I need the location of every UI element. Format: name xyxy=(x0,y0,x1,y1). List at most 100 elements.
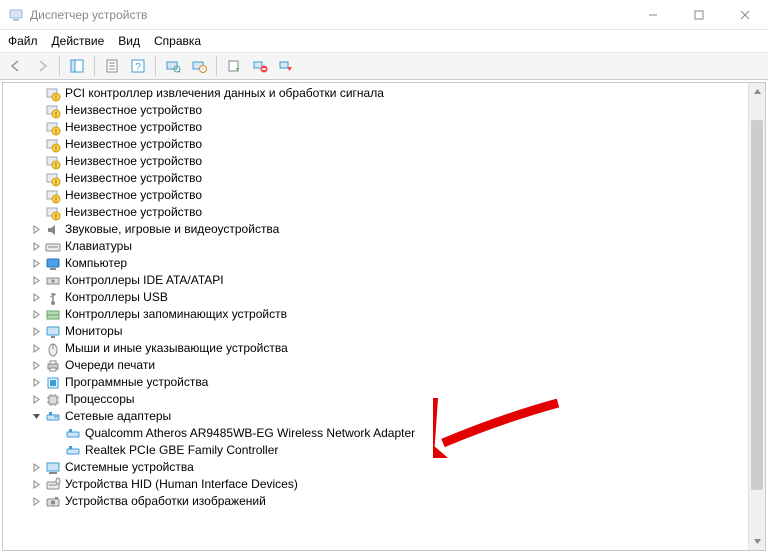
tree-item-label: Realtek PCIe GBE Family Controller xyxy=(85,442,278,459)
maximize-button[interactable] xyxy=(676,0,722,30)
svg-text:!: ! xyxy=(55,197,57,204)
scroll-up-button[interactable] xyxy=(749,83,765,100)
tree-category[interactable]: Контроллеры запоминающих устройств xyxy=(9,306,748,323)
chevron-right-icon[interactable] xyxy=(29,308,43,322)
tree-category[interactable]: Устройства HID (Human Interface Devices) xyxy=(9,476,748,493)
chevron-right-icon[interactable] xyxy=(29,478,43,492)
tree-category[interactable]: Процессоры xyxy=(9,391,748,408)
menu-file[interactable]: Файл xyxy=(8,34,38,48)
warning-device-icon: ! xyxy=(45,120,61,136)
tree-category[interactable]: Очереди печати xyxy=(9,357,748,374)
tree-category[interactable]: Мыши и иные указывающие устройства xyxy=(9,340,748,357)
tree-item-label: Очереди печати xyxy=(65,357,155,374)
help-button[interactable]: ? xyxy=(126,54,150,78)
tree-item[interactable]: ! Неизвестное устройство xyxy=(9,119,748,136)
tree-item[interactable]: ! Неизвестное устройство xyxy=(9,187,748,204)
tree-item[interactable]: ! Неизвестное устройство xyxy=(9,153,748,170)
chevron-down-icon[interactable] xyxy=(29,410,43,424)
tree-item-label: Контроллеры IDE ATA/ATAPI xyxy=(65,272,224,289)
chevron-right-icon[interactable] xyxy=(29,291,43,305)
tree-item-label: Процессоры xyxy=(65,391,135,408)
monitor-icon xyxy=(45,324,61,340)
svg-text:?: ? xyxy=(135,62,141,73)
chevron-right-icon[interactable] xyxy=(29,495,43,509)
minimize-button[interactable] xyxy=(630,0,676,30)
add-legacy-button[interactable]: ! xyxy=(187,54,211,78)
tree-category-network[interactable]: Сетевые адаптеры xyxy=(9,408,748,425)
forward-button[interactable] xyxy=(30,54,54,78)
tree-item[interactable]: ! Неизвестное устройство xyxy=(9,102,748,119)
tree-item-label: Устройства HID (Human Interface Devices) xyxy=(65,476,298,493)
tree-category[interactable]: Компьютер xyxy=(9,255,748,272)
mouse-icon xyxy=(45,341,61,357)
tree-item-label: Сетевые адаптеры xyxy=(65,408,171,425)
menu-help[interactable]: Справка xyxy=(154,34,201,48)
tree-item-label: Неизвестное устройство xyxy=(65,187,202,204)
tree-category[interactable]: Системные устройства xyxy=(9,459,748,476)
tree-item[interactable]: ! Неизвестное устройство xyxy=(9,204,748,221)
tree-item-label: Контроллеры USB xyxy=(65,289,168,306)
chevron-right-icon[interactable] xyxy=(29,342,43,356)
update-driver-button[interactable] xyxy=(222,54,246,78)
chevron-right-icon[interactable] xyxy=(29,376,43,390)
network-adapter-icon xyxy=(65,443,81,459)
menu-action[interactable]: Действие xyxy=(52,34,105,48)
usb-icon xyxy=(45,290,61,306)
tree-item-label: Неизвестное устройство xyxy=(65,119,202,136)
svg-text:!: ! xyxy=(55,95,57,102)
back-button[interactable] xyxy=(4,54,28,78)
tree-category[interactable]: Клавиатуры xyxy=(9,238,748,255)
tree-item-label: Устройства обработки изображений xyxy=(65,493,266,510)
menu-view[interactable]: Вид xyxy=(118,34,140,48)
chevron-right-icon[interactable] xyxy=(29,274,43,288)
warning-device-icon: ! xyxy=(45,205,61,221)
scroll-track[interactable] xyxy=(749,100,765,533)
storage-icon xyxy=(45,307,61,323)
printer-icon xyxy=(45,358,61,374)
tree-category[interactable]: Программные устройства xyxy=(9,374,748,391)
window-title: Диспетчер устройств xyxy=(30,8,630,22)
imaging-icon xyxy=(45,494,61,510)
tree-item[interactable]: ! Неизвестное устройство xyxy=(9,136,748,153)
app-icon xyxy=(8,7,24,23)
tree-item-label: Неизвестное устройство xyxy=(65,204,202,221)
tree-category[interactable]: Контроллеры IDE ATA/ATAPI xyxy=(9,272,748,289)
tree-item-qualcomm[interactable]: Qualcomm Atheros AR9485WB-EG Wireless Ne… xyxy=(9,425,748,442)
scroll-down-button[interactable] xyxy=(749,533,765,550)
menubar: Файл Действие Вид Справка xyxy=(0,30,768,52)
hid-icon xyxy=(45,477,61,493)
show-hide-tree-button[interactable] xyxy=(65,54,89,78)
tree-category[interactable]: Контроллеры USB xyxy=(9,289,748,306)
vertical-scrollbar[interactable] xyxy=(748,83,765,550)
chevron-right-icon[interactable] xyxy=(29,359,43,373)
chevron-right-icon[interactable] xyxy=(29,257,43,271)
scan-hardware-button[interactable] xyxy=(161,54,185,78)
tree-item-realtek[interactable]: Realtek PCIe GBE Family Controller xyxy=(9,442,748,459)
tree-item[interactable]: ! PCI контроллер извлечения данных и обр… xyxy=(9,85,748,102)
scroll-thumb[interactable] xyxy=(751,120,763,490)
device-tree[interactable]: ! PCI контроллер извлечения данных и обр… xyxy=(3,83,748,550)
close-button[interactable] xyxy=(722,0,768,30)
chevron-right-icon[interactable] xyxy=(29,223,43,237)
chevron-right-icon[interactable] xyxy=(29,393,43,407)
tree-category[interactable]: Мониторы xyxy=(9,323,748,340)
tree-category[interactable]: Звуковые, игровые и видеоустройства xyxy=(9,221,748,238)
toolbar-separator xyxy=(94,56,95,76)
tree-category[interactable]: Устройства обработки изображений xyxy=(9,493,748,510)
uninstall-button[interactable] xyxy=(248,54,272,78)
chevron-right-icon[interactable] xyxy=(29,240,43,254)
software-icon xyxy=(45,375,61,391)
tree-item[interactable]: ! Неизвестное устройство xyxy=(9,170,748,187)
tree-item-label: Qualcomm Atheros AR9485WB-EG Wireless Ne… xyxy=(85,425,415,442)
tree-item-label: Мониторы xyxy=(65,323,122,340)
tree-item-label: Клавиатуры xyxy=(65,238,132,255)
chevron-right-icon[interactable] xyxy=(29,325,43,339)
tree-item-label: Неизвестное устройство xyxy=(65,170,202,187)
properties-button[interactable] xyxy=(100,54,124,78)
toolbar-separator xyxy=(155,56,156,76)
warning-device-icon: ! xyxy=(45,171,61,187)
toolbar: ? ! xyxy=(0,52,768,80)
disable-button[interactable] xyxy=(274,54,298,78)
chevron-right-icon[interactable] xyxy=(29,461,43,475)
computer-icon xyxy=(45,256,61,272)
